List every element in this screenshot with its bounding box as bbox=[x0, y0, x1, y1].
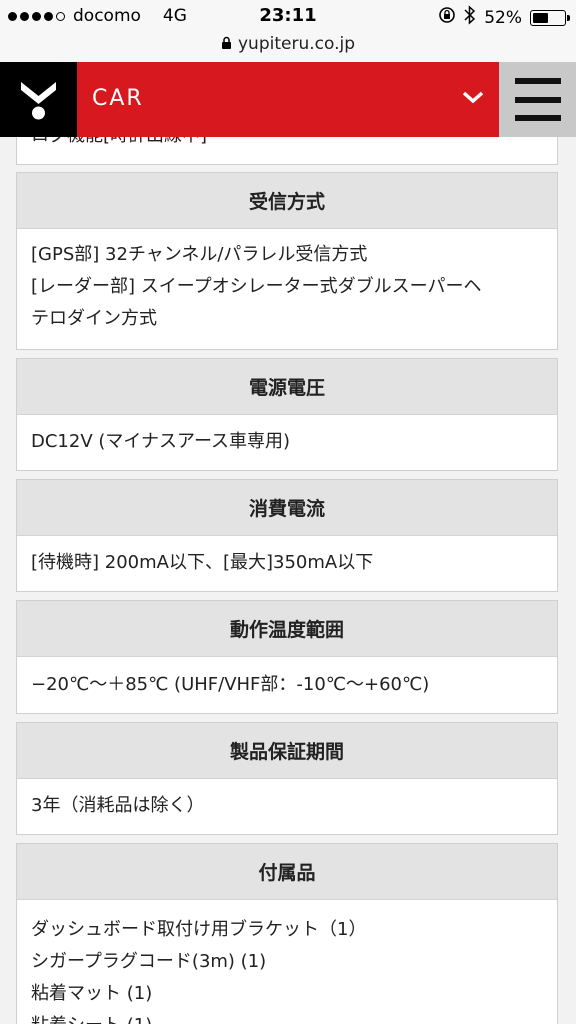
spec-section-log: ログ機能[時計出線中] bbox=[16, 137, 558, 165]
url-domain: yupiteru.co.jp bbox=[237, 34, 355, 54]
chevron-down-icon bbox=[461, 84, 485, 114]
site-header: CAR bbox=[0, 62, 576, 137]
spec-value: 粘着マット (1) bbox=[31, 983, 153, 1004]
spec-section-voltage: 電源電圧 DC12V (マイナスアース車専用) bbox=[16, 358, 558, 471]
category-label: CAR bbox=[92, 86, 144, 111]
url-bar[interactable]: yupiteru.co.jp bbox=[0, 32, 576, 62]
spec-value: シガープラグコード(3m) (1) bbox=[31, 951, 267, 972]
spec-title: 製品保証期間 bbox=[17, 723, 557, 779]
hamburger-menu-button[interactable] bbox=[499, 62, 576, 137]
spec-list: ログ機能[時計出線中] 受信方式 [GPS部] 32チャンネル/パラレル受信方式… bbox=[0, 137, 576, 1024]
spec-section-reception: 受信方式 [GPS部] 32チャンネル/パラレル受信方式 [レーダー部] スイー… bbox=[16, 172, 558, 350]
battery-icon bbox=[530, 9, 570, 26]
spec-title: 電源電圧 bbox=[17, 359, 557, 415]
spec-value: [レーダー部] スイープオシレーター式ダブルスーパーヘ bbox=[31, 276, 482, 297]
spec-section-warranty: 製品保証期間 3年（消耗品は除く） bbox=[16, 722, 558, 835]
spec-value: [GPS部] 32チャンネル/パラレル受信方式 bbox=[31, 244, 368, 265]
spec-value: 3年（消耗品は除く） bbox=[31, 795, 205, 816]
spec-value: ログ機能[時計出線中] bbox=[31, 137, 543, 152]
lock-icon bbox=[221, 34, 232, 54]
spec-value: DC12V (マイナスアース車専用) bbox=[31, 431, 291, 452]
battery-percent: 52% bbox=[484, 7, 522, 28]
spec-section-current: 消費電流 [待機時] 200mA以下、[最大]350mA以下 bbox=[16, 479, 558, 592]
spec-title: 受信方式 bbox=[17, 173, 557, 229]
spec-value: ダッシュボード取付け用ブラケット（1） bbox=[31, 919, 367, 940]
spec-title: 動作温度範囲 bbox=[17, 601, 557, 657]
spec-section-accessories: 付属品 ダッシュボード取付け用ブラケット（1） シガープラグコード(3m) (1… bbox=[16, 843, 558, 1024]
yupiteru-logo-icon bbox=[21, 82, 56, 120]
spec-value: テロダイン方式 bbox=[31, 308, 157, 329]
spec-section-temperature: 動作温度範囲 −20℃〜＋85℃ (UHF/VHF部：-10℃〜+60℃) bbox=[16, 600, 558, 714]
bluetooth-icon bbox=[464, 5, 476, 30]
status-bar: docomo 4G 23:11 52% bbox=[0, 0, 576, 32]
spec-value: −20℃〜＋85℃ (UHF/VHF部：-10℃〜+60℃) bbox=[31, 674, 430, 695]
spec-value: [待機時] 200mA以下、[最大]350mA以下 bbox=[31, 552, 374, 573]
category-selector[interactable]: CAR bbox=[77, 62, 499, 137]
brand-logo[interactable] bbox=[0, 62, 77, 137]
orientation-lock-icon bbox=[438, 6, 456, 29]
spec-title: 消費電流 bbox=[17, 480, 557, 536]
spec-value: 粘着シート (1) bbox=[31, 1010, 543, 1024]
spec-title: 付属品 bbox=[17, 844, 557, 900]
